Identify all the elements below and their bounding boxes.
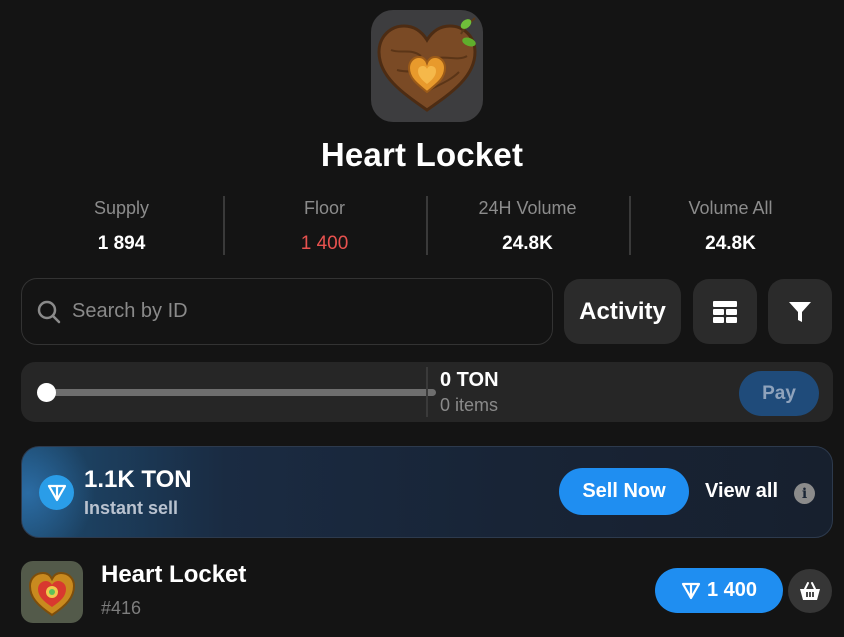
instant-sell-banner: 1.1K TON Instant sell Sell Now View all … bbox=[21, 446, 833, 538]
collection-title: Heart Locket bbox=[320, 136, 524, 173]
item-price: 1 400 bbox=[706, 579, 758, 601]
cart-total: 0 TON bbox=[440, 369, 499, 391]
item-thumbnail[interactable] bbox=[21, 561, 83, 623]
ton-icon bbox=[39, 475, 74, 510]
search-box[interactable] bbox=[21, 278, 553, 345]
stat-label: Supply bbox=[93, 198, 150, 218]
cart-bar: 0 TON 0 items Pay bbox=[21, 362, 833, 422]
info-icon[interactable]: i bbox=[794, 483, 815, 504]
pay-button[interactable]: Pay bbox=[739, 371, 819, 416]
quantity-slider-handle[interactable] bbox=[37, 383, 56, 402]
stat-label: 24H Volume bbox=[478, 198, 577, 218]
stat-label: Volume All bbox=[688, 198, 773, 218]
sell-now-button[interactable]: Sell Now bbox=[559, 468, 689, 515]
filter-icon bbox=[789, 301, 811, 322]
activity-button[interactable]: Activity bbox=[564, 279, 681, 344]
heart-locket-icon bbox=[28, 571, 76, 617]
item-id: #416 bbox=[101, 598, 142, 618]
stat-value: 24.8K bbox=[705, 233, 756, 254]
view-all-link[interactable]: View all bbox=[705, 480, 778, 503]
collection-image bbox=[371, 10, 483, 122]
stat-value: 1 400 bbox=[300, 233, 349, 254]
stat-volume-all: Volume All 24.8K bbox=[629, 195, 832, 255]
filter-button[interactable] bbox=[768, 279, 832, 344]
stat-supply: Supply 1 894 bbox=[20, 195, 223, 255]
instant-sell-amount: 1.1K TON bbox=[84, 466, 192, 493]
stats-bar: Supply 1 894 Floor 1 400 24H Volume 24.8… bbox=[20, 195, 832, 255]
grid-layout-icon bbox=[713, 300, 737, 323]
buy-price-button[interactable]: 1 400 bbox=[655, 568, 783, 613]
quantity-slider-track[interactable] bbox=[46, 389, 436, 396]
divider bbox=[426, 367, 428, 417]
stat-24h-volume: 24H Volume 24.8K bbox=[426, 195, 629, 255]
stat-value: 24.8K bbox=[502, 233, 553, 254]
add-to-cart-button[interactable] bbox=[788, 569, 832, 613]
stat-value: 1 894 bbox=[97, 233, 146, 254]
search-input[interactable] bbox=[72, 300, 512, 323]
wooden-heart-icon bbox=[377, 17, 477, 112]
basket-icon bbox=[800, 582, 820, 600]
stat-label: Floor bbox=[303, 198, 345, 218]
cart-items-count: 0 items bbox=[440, 395, 499, 415]
search-icon bbox=[37, 300, 61, 323]
stat-floor: Floor 1 400 bbox=[223, 195, 426, 255]
layout-toggle-button[interactable] bbox=[693, 279, 757, 344]
ton-icon bbox=[681, 582, 701, 599]
instant-sell-label: Instant sell bbox=[84, 498, 179, 518]
item-name[interactable]: Heart Locket bbox=[101, 561, 246, 589]
